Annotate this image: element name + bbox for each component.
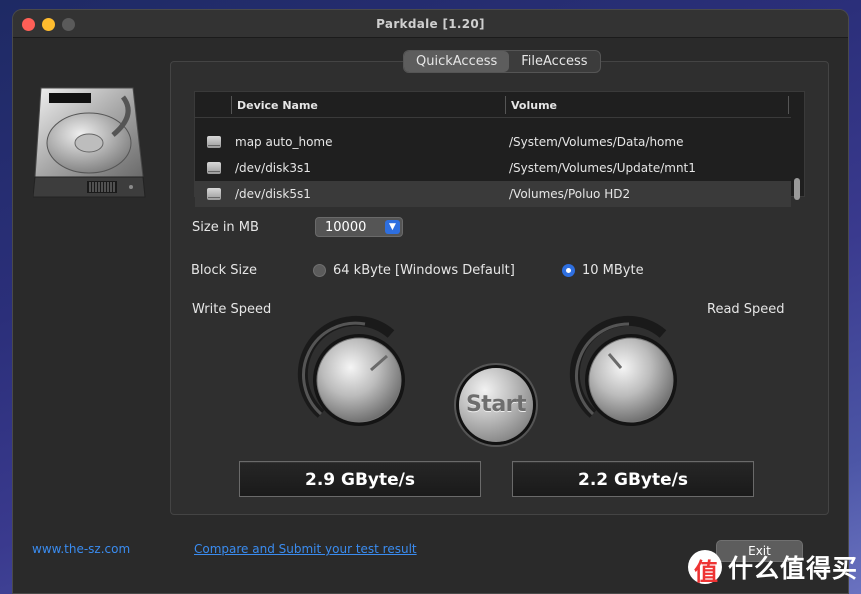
read-speed-display: 2.2 GByte/s [512, 461, 754, 497]
app-window: Parkdale [1.20] QuickAccess FileAccess D… [12, 9, 849, 594]
table-row[interactable]: /dev/disk3s1 /System/Volumes/Update/mnt1 [195, 155, 791, 181]
column-header-volume[interactable]: Volume [511, 99, 557, 112]
tab-fileaccess[interactable]: FileAccess [509, 51, 599, 72]
read-speed-knob [569, 315, 677, 426]
size-value: 10000 [325, 220, 367, 235]
column-header-device-name[interactable]: Device Name [237, 99, 318, 112]
volume-cell: /Volumes/Poluo HD2 [509, 187, 631, 201]
device-name-cell: map auto_home [235, 135, 333, 149]
chevron-down-icon[interactable]: ▼ [385, 220, 400, 234]
block-size-label: Block Size [191, 263, 257, 278]
column-divider[interactable] [231, 96, 232, 114]
table-header: Device Name Volume [195, 92, 791, 118]
device-name-cell: /dev/disk3s1 [235, 161, 311, 175]
table-scrollbar[interactable] [794, 178, 800, 200]
watermark: 值 什么值得买 [688, 550, 859, 586]
column-divider[interactable] [505, 96, 506, 114]
table-row[interactable]: map auto_home /System/Volumes/Data/home [195, 129, 791, 155]
drive-icon [207, 162, 221, 174]
block-size-10m-radio[interactable] [562, 264, 575, 277]
watermark-badge: 值 [688, 550, 722, 586]
size-label: Size in MB [192, 220, 259, 235]
compare-submit-link[interactable]: Compare and Submit your test result [194, 542, 417, 556]
block-size-10m-label[interactable]: 10 MByte [582, 263, 644, 278]
drive-icon [207, 136, 221, 148]
block-size-64k-label[interactable]: 64 kByte [Windows Default] [333, 263, 515, 278]
watermark-text: 什么值得买 [728, 554, 859, 583]
write-speed-display: 2.9 GByte/s [239, 461, 481, 497]
volume-cell: /System/Volumes/Data/home [509, 135, 684, 149]
device-name-cell: /dev/disk5s1 [235, 187, 311, 201]
read-speed-label: Read Speed [707, 302, 785, 317]
drive-icon [207, 188, 221, 200]
hard-disk-icon [33, 87, 146, 198]
column-divider[interactable] [788, 96, 789, 114]
title-bar: Parkdale [1.20] [13, 10, 848, 38]
mode-segmented-control: QuickAccess FileAccess [403, 50, 601, 73]
size-select[interactable]: 10000 ▼ [315, 217, 403, 237]
window-title: Parkdale [1.20] [376, 17, 485, 31]
website-link[interactable]: www.the-sz.com [32, 542, 130, 556]
device-table[interactable]: Device Name Volume map auto_home /System… [194, 91, 805, 207]
start-button[interactable]: Start [459, 368, 533, 442]
write-speed-label: Write Speed [192, 302, 272, 317]
write-speed-knob [297, 315, 405, 426]
block-size-64k-radio[interactable] [313, 264, 326, 277]
volume-cell: /System/Volumes/Update/mnt1 [509, 161, 696, 175]
tab-quickaccess[interactable]: QuickAccess [404, 51, 510, 72]
table-row-selected[interactable]: /dev/disk5s1 /Volumes/Poluo HD2 [195, 181, 791, 207]
